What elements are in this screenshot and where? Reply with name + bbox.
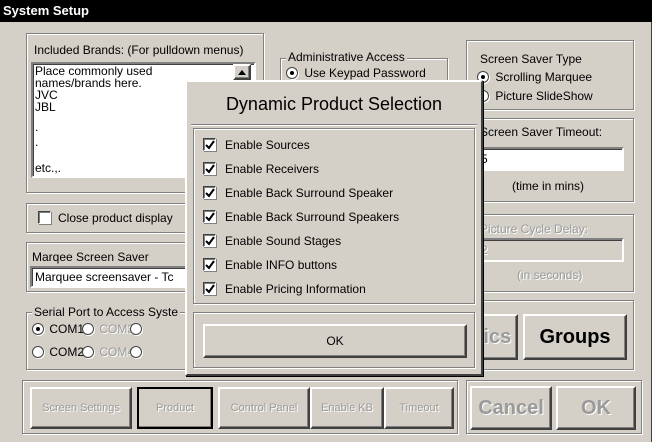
picture-cycle-label: Picture Cycle Delay: bbox=[480, 222, 589, 236]
enable-back-surround-speaker-checkbox[interactable] bbox=[203, 186, 216, 199]
screen-saver-type-legend: Screen Saver Type bbox=[478, 52, 584, 66]
marquee-label: Marqee Screen Saver bbox=[32, 250, 149, 264]
com1-radio[interactable]: COM1 bbox=[32, 322, 84, 336]
com2-label: COM2 bbox=[49, 345, 85, 359]
scrolling-marquee-label: Scrolling Marquee bbox=[495, 70, 593, 84]
use-keypad-password-radio[interactable]: Use Keypad Password bbox=[286, 66, 426, 80]
scroll-up-button[interactable] bbox=[233, 64, 251, 80]
cancel-label: Cancel bbox=[478, 396, 544, 419]
enable-kb-label: Enable KB bbox=[321, 402, 373, 414]
ok-label: OK bbox=[581, 396, 611, 419]
timeout-button[interactable]: Timeout bbox=[384, 387, 454, 429]
screen-saver-timeout-input[interactable]: 5 bbox=[476, 147, 624, 171]
product-button[interactable]: Product bbox=[137, 387, 213, 429]
enable-sound-stages-checkbox[interactable] bbox=[203, 234, 216, 247]
brands-line-7: etc.,. bbox=[35, 161, 62, 175]
check-icon bbox=[205, 188, 215, 198]
check-icon bbox=[205, 260, 215, 270]
marquee-value: Marquee screensaver - Tc bbox=[35, 270, 174, 284]
check-icon bbox=[205, 140, 215, 150]
dynamic-product-selection-dialog: Dynamic Product Selection Enable Sources… bbox=[185, 80, 483, 376]
radio-icon bbox=[32, 346, 44, 358]
radio-icon bbox=[82, 346, 94, 358]
brands-line-6: . bbox=[35, 135, 39, 149]
arrow-up-icon bbox=[238, 69, 246, 75]
enable-back-surround-speakers-label: Enable Back Surround Speakers bbox=[225, 210, 400, 224]
control-panel-label: Control Panel bbox=[230, 402, 298, 414]
screen-settings-button[interactable]: Screen Settings bbox=[30, 387, 132, 429]
com3-label: COM3 bbox=[99, 322, 135, 336]
screen-settings-label: Screen Settings bbox=[42, 402, 120, 414]
radio-icon bbox=[130, 323, 142, 335]
dialog-ok-label: OK bbox=[326, 334, 344, 348]
brands-line-4: JBL bbox=[35, 100, 56, 114]
dialog-title: Dynamic Product Selection bbox=[225, 94, 443, 114]
use-keypad-password-label: Use Keypad Password bbox=[304, 66, 426, 80]
check-icon bbox=[205, 236, 215, 246]
close-display-checkbox[interactable] bbox=[38, 211, 51, 224]
groups-button-label: Groups bbox=[539, 325, 611, 348]
com-partial-radio-2[interactable] bbox=[130, 345, 142, 359]
screen-saver-timeout-unit: (time in mins) bbox=[512, 179, 585, 193]
com3-radio[interactable]: COM3 bbox=[82, 322, 134, 336]
com1-label: COM1 bbox=[49, 322, 85, 336]
window-title: System Setup bbox=[0, 0, 652, 22]
enable-sources-checkbox[interactable] bbox=[203, 138, 216, 151]
com4-radio[interactable]: COM4 bbox=[82, 345, 134, 359]
enable-back-surround-speaker-label: Enable Back Surround Speaker bbox=[225, 186, 394, 200]
com2-radio[interactable]: COM2 bbox=[32, 345, 84, 359]
enable-pricing-information-label: Enable Pricing Information bbox=[225, 282, 366, 296]
timeout-label: Timeout bbox=[399, 402, 439, 414]
brands-line-5: . bbox=[35, 120, 39, 134]
picture-cycle-unit: (in seconds) bbox=[517, 268, 583, 282]
picture-cycle-input[interactable]: 2 bbox=[476, 238, 624, 262]
close-display-label: Close product display bbox=[58, 211, 173, 225]
enable-receivers-label: Enable Receivers bbox=[225, 162, 320, 176]
enable-back-surround-speakers-checkbox[interactable] bbox=[203, 210, 216, 223]
com-partial-radio[interactable] bbox=[130, 322, 142, 336]
serial-port-legend: Serial Port to Access Syste bbox=[32, 305, 181, 319]
picture-slideshow-radio[interactable]: Picture SlideShow bbox=[477, 89, 593, 103]
cancel-button[interactable]: Cancel bbox=[470, 386, 552, 430]
radio-icon bbox=[130, 346, 142, 358]
radio-icon bbox=[82, 323, 94, 335]
com4-label: COM4 bbox=[99, 345, 135, 359]
brands-label: Included Brands: (For pulldown menus) bbox=[34, 43, 244, 57]
enable-sound-stages-label: Enable Sound Stages bbox=[225, 234, 342, 248]
enable-receivers-checkbox[interactable] bbox=[203, 162, 216, 175]
enable-pricing-information-checkbox[interactable] bbox=[203, 282, 216, 295]
control-panel-button[interactable]: Control Panel bbox=[218, 387, 310, 429]
radio-icon bbox=[32, 323, 44, 335]
screen-saver-timeout-label: Screen Saver Timeout: bbox=[480, 125, 603, 139]
enable-info-buttons-label: Enable INFO buttons bbox=[225, 258, 338, 272]
check-icon bbox=[205, 212, 215, 222]
scrolling-marquee-radio[interactable]: Scrolling Marquee bbox=[477, 70, 592, 84]
enable-kb-button[interactable]: Enable KB bbox=[310, 387, 384, 429]
product-label: Product bbox=[156, 402, 194, 414]
enable-info-buttons-checkbox[interactable] bbox=[203, 258, 216, 271]
check-icon bbox=[205, 284, 215, 294]
enable-sources-label: Enable Sources bbox=[225, 138, 310, 152]
groups-button[interactable]: Groups bbox=[523, 314, 627, 360]
picture-slideshow-label: Picture SlideShow bbox=[495, 89, 593, 103]
ok-button[interactable]: OK bbox=[556, 386, 636, 430]
dialog-divider bbox=[191, 124, 477, 126]
check-icon bbox=[205, 164, 215, 174]
dialog-ok-button[interactable]: OK bbox=[203, 324, 467, 358]
radio-icon bbox=[286, 67, 298, 79]
admin-access-legend: Administrative Access bbox=[286, 50, 407, 64]
